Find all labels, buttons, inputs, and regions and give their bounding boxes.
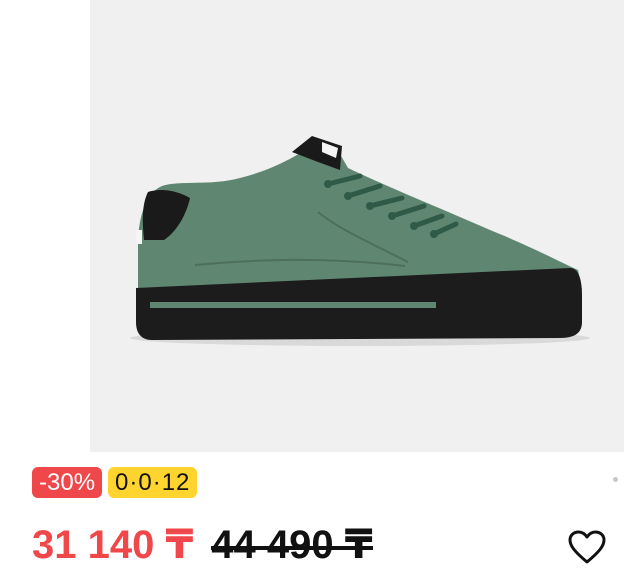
installment-badge: 0·0·12 bbox=[108, 467, 198, 498]
carousel-indicator bbox=[613, 477, 618, 482]
discount-badge: -30% bbox=[32, 467, 103, 498]
sneaker-image bbox=[130, 136, 590, 346]
product-card[interactable]: -30% 0·0·12 31 140 ₸ 44 490 ₸ bbox=[0, 0, 624, 585]
favorite-button[interactable] bbox=[566, 528, 608, 566]
badge-row: -30% 0·0·12 bbox=[32, 467, 198, 498]
current-price: 31 140 ₸ bbox=[32, 523, 194, 567]
product-image[interactable] bbox=[90, 0, 624, 452]
heart-outline-icon bbox=[568, 530, 606, 564]
price-row: 31 140 ₸ 44 490 ₸ bbox=[32, 519, 373, 571]
old-price: 44 490 ₸ bbox=[211, 523, 373, 567]
